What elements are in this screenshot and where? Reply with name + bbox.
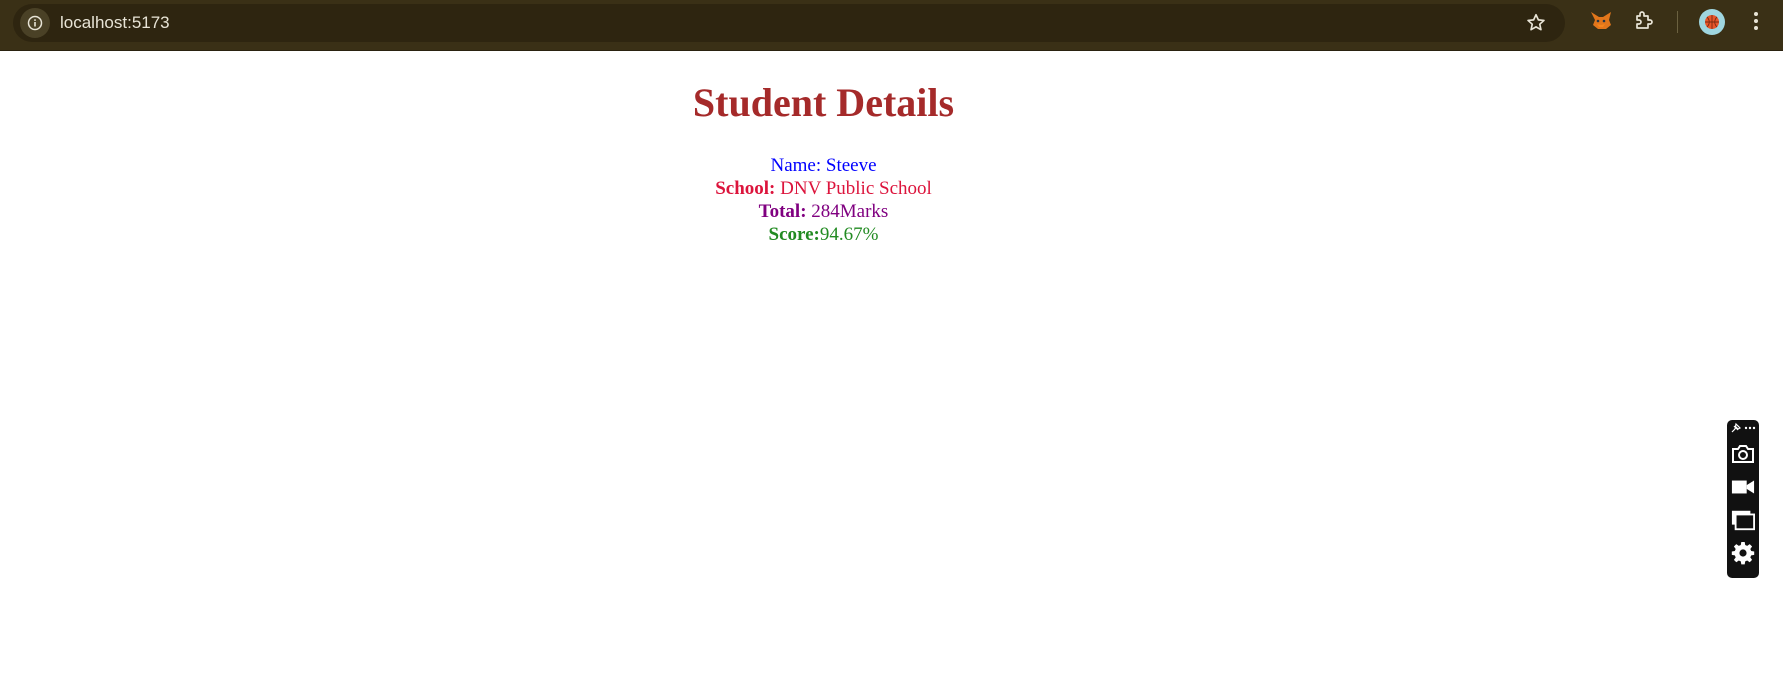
name-label: Name:: [770, 155, 826, 176]
address-bar[interactable]: localhost:5173: [13, 4, 1565, 42]
more-menu-icon[interactable]: [1748, 8, 1764, 39]
settings-gear-icon[interactable]: [1731, 541, 1755, 565]
school-value: DNV Public School: [775, 178, 932, 199]
profile-avatar[interactable]: [1699, 9, 1725, 35]
score-value: 94.67%: [819, 224, 879, 245]
url-text[interactable]: localhost:5173: [60, 4, 170, 42]
bookmark-star-icon[interactable]: [1525, 12, 1547, 34]
info-icon[interactable]: [20, 8, 50, 38]
name-value: Steeve: [825, 155, 877, 176]
name-line: Name: Steeve: [0, 154, 1647, 177]
capture-toolbar: [1727, 420, 1759, 578]
score-label: Score:: [768, 224, 820, 245]
toolbar-divider: [1677, 11, 1678, 33]
total-label: Total:: [758, 201, 807, 222]
school-label: School:: [715, 178, 776, 199]
extensions-puzzle-icon[interactable]: [1632, 8, 1656, 37]
page-content: Student Details Name: Steeve School: DNV…: [0, 51, 1647, 246]
windows-icon[interactable]: [1731, 508, 1755, 532]
video-icon[interactable]: [1731, 475, 1755, 499]
total-value: 284Marks: [806, 201, 889, 222]
more-icon[interactable]: [1744, 421, 1756, 435]
pin-icon[interactable]: [1730, 421, 1742, 435]
page-title: Student Details: [692, 80, 955, 125]
student-details: Name: Steeve School: DNV Public School T…: [0, 154, 1647, 246]
camera-icon[interactable]: [1731, 442, 1755, 466]
score-line: Score:94.67%: [0, 223, 1647, 246]
total-line: Total: 284Marks: [0, 200, 1647, 223]
school-line: School: DNV Public School: [0, 177, 1647, 200]
metamask-fox-icon[interactable]: [1588, 8, 1614, 39]
browser-toolbar: localhost:5173: [0, 0, 1783, 51]
